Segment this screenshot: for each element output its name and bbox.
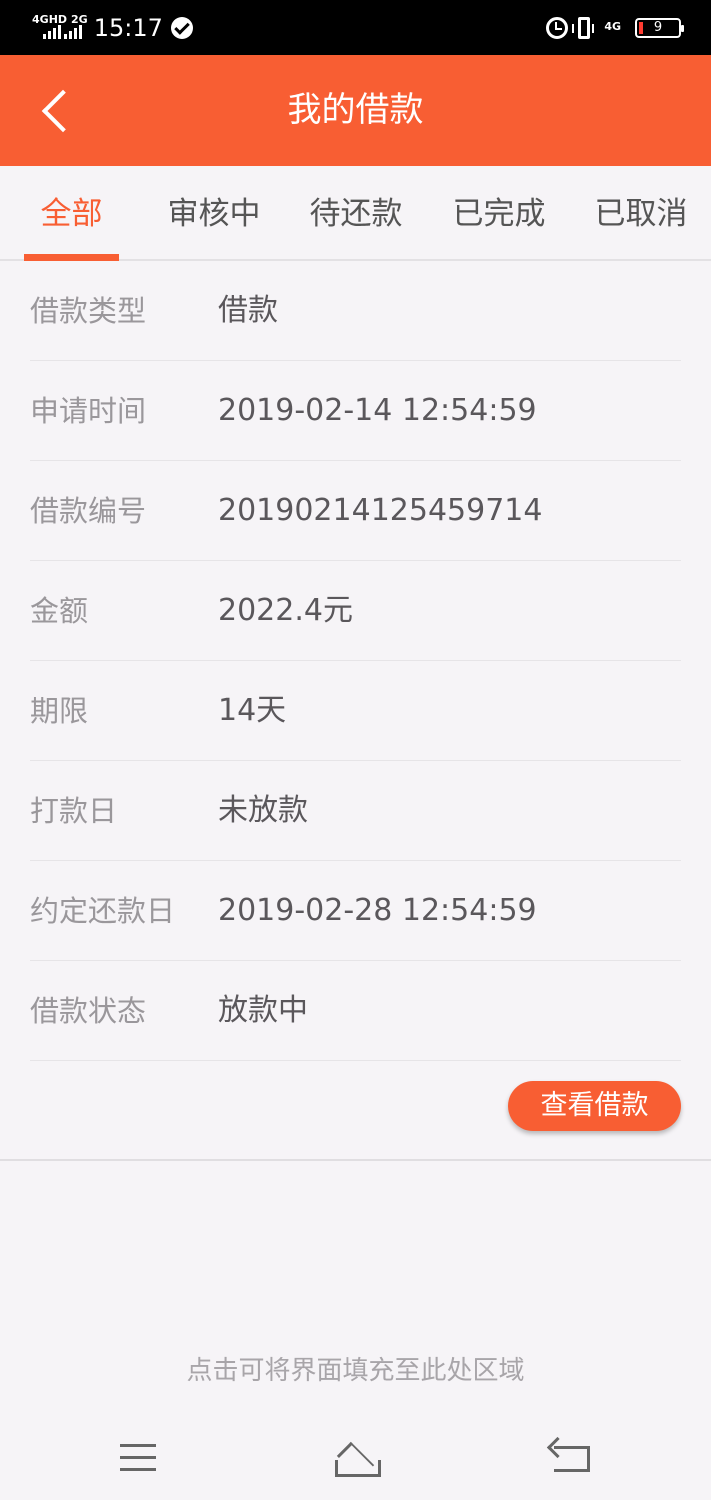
apply-time-value: 2019-02-14 12:54:59 — [218, 393, 537, 428]
status-tabs: 全部 审核中 待还款 已完成 已取消 — [0, 166, 711, 261]
network-4g-hd-label: 4GHD — [32, 13, 68, 26]
row-apply-time: 申请时间 2019-02-14 12:54:59 — [30, 361, 681, 461]
tab-reviewing[interactable]: 审核中 — [160, 166, 268, 261]
page-title: 我的借款 — [287, 90, 424, 130]
network-4g-label: 4G — [604, 20, 621, 34]
term-value: 14天 — [218, 693, 287, 728]
due-date-value: 2019-02-28 12:54:59 — [218, 893, 537, 928]
apply-time-label: 申请时间 — [30, 394, 147, 428]
tab-all[interactable]: 全部 — [24, 166, 119, 261]
battery-icon: 9 — [635, 17, 684, 38]
tab-cancelled[interactable]: 已取消 — [587, 166, 695, 261]
row-amount: 金额 2022.4元 — [30, 561, 681, 661]
row-loan-number: 借款编号 20190214125459714 — [30, 461, 681, 561]
payout-date-value: 未放款 — [218, 793, 308, 828]
status-right: 4G 9 — [546, 0, 684, 55]
view-loan-button[interactable]: 查看借款 — [508, 1081, 681, 1131]
row-due-date: 约定还款日 2019-02-28 12:54:59 — [30, 861, 681, 961]
loan-type-value: 借款 — [218, 293, 278, 328]
loan-status-label: 借款状态 — [30, 994, 147, 1028]
row-loan-type: 借款类型 借款 — [30, 261, 681, 361]
vibrate-icon — [572, 16, 595, 39]
chevron-left-icon[interactable] — [30, 80, 90, 140]
check-circle-icon — [170, 16, 193, 39]
status-bar: 4GHD 2G 15:17 4G 9 — [0, 0, 711, 55]
amount-value: 2022.4元 — [218, 593, 353, 628]
term-label: 期限 — [30, 694, 89, 728]
loan-number-label: 借款编号 — [30, 494, 147, 528]
home-icon[interactable] — [330, 1438, 381, 1478]
alarm-icon — [546, 16, 569, 39]
tab-completed[interactable]: 已完成 — [445, 166, 553, 261]
row-term: 期限 14天 — [30, 661, 681, 761]
row-payout-date: 打款日 未放款 — [30, 761, 681, 861]
app-header: 我的借款 — [0, 55, 711, 166]
clock: 15:17 — [93, 13, 163, 42]
return-icon[interactable] — [554, 1446, 590, 1472]
amount-label: 金额 — [30, 594, 89, 628]
loan-status-value: 放款中 — [218, 993, 308, 1028]
tab-pending-repayment[interactable]: 待还款 — [302, 166, 410, 261]
status-left: 4GHD 2G 15:17 — [32, 0, 193, 55]
menu-icon[interactable] — [120, 1444, 156, 1474]
network-2g-label: 2G — [71, 13, 88, 26]
loan-card[interactable]: 借款类型 借款 申请时间 2019-02-14 12:54:59 借款编号 20… — [0, 261, 711, 1161]
active-tab-indicator — [24, 254, 119, 261]
signal-bars-icon — [63, 24, 84, 39]
due-date-label: 约定还款日 — [30, 894, 176, 928]
signal-bars-icon — [43, 24, 63, 39]
system-nav-bar — [0, 1420, 711, 1500]
payout-date-label: 打款日 — [30, 794, 118, 828]
fill-screen-hint[interactable]: 点击可将界面填充至此处区域 — [0, 1350, 711, 1387]
battery-level: 9 — [653, 20, 663, 35]
loan-type-label: 借款类型 — [30, 294, 147, 328]
loan-number-value: 20190214125459714 — [218, 493, 543, 528]
row-loan-status: 借款状态 放款中 — [30, 961, 681, 1061]
